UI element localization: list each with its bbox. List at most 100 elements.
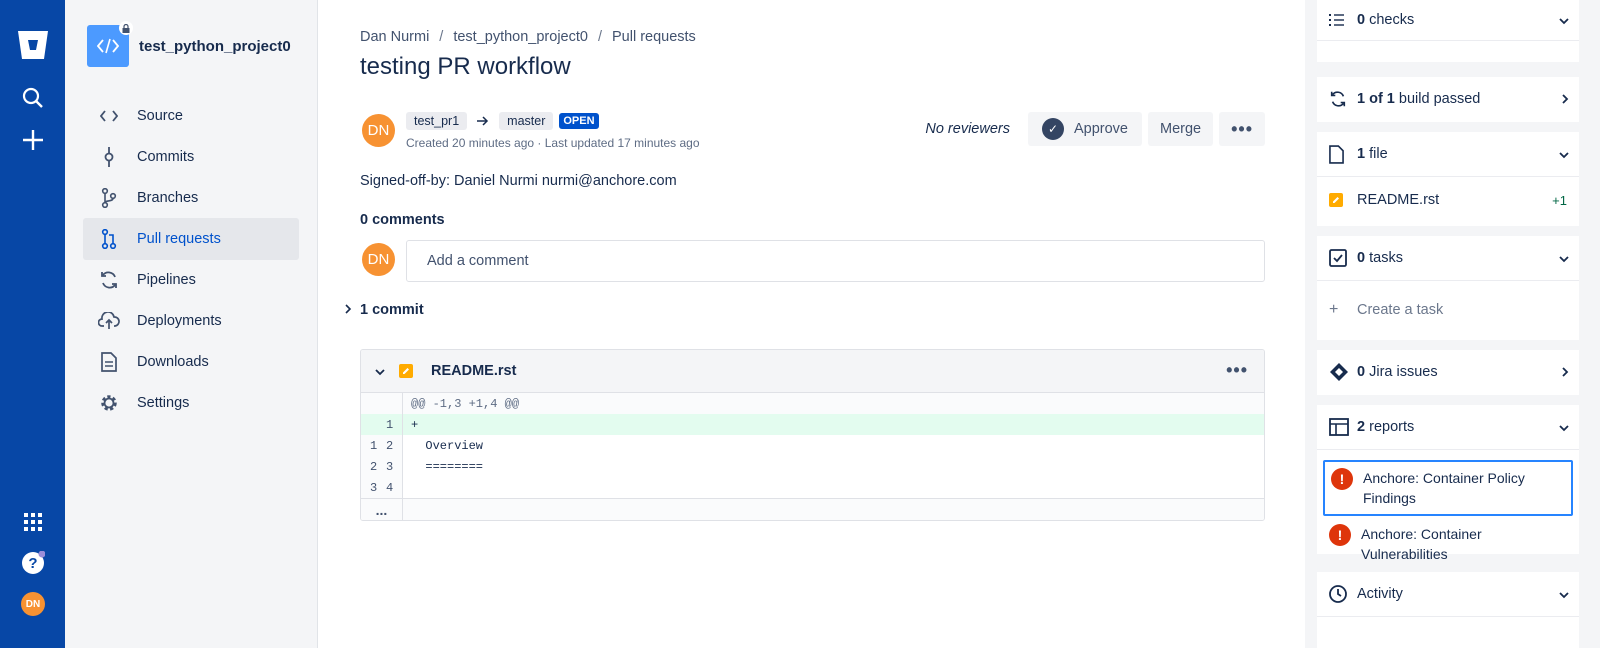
build-count: 1 of 1 <box>1357 91 1395 107</box>
diff-line: 1 + <box>361 414 1264 435</box>
project-sidebar: test_python_project0 Source Commits Bran… <box>65 0 318 648</box>
line-gutter[interactable]: 34 <box>361 477 403 498</box>
jira-row[interactable]: 0 Jira issues <box>1317 350 1579 394</box>
chevron-down-icon <box>1559 420 1569 435</box>
breadcrumb-user[interactable]: Dan Nurmi <box>360 29 429 45</box>
divider <box>1317 616 1579 617</box>
more-actions-button[interactable]: ••• <box>1219 112 1265 146</box>
report-item[interactable]: ! Anchore: Container Policy Findings <box>1323 460 1573 516</box>
chevron-down-icon[interactable] <box>375 363 389 379</box>
lock-icon <box>119 21 133 35</box>
expand-context-row[interactable]: ... <box>361 498 1264 520</box>
profile-avatar[interactable]: DN <box>16 587 50 621</box>
activity-row[interactable]: Activity <box>1317 572 1579 616</box>
sidebar-item-deployments[interactable]: Deployments <box>83 300 299 342</box>
create-plus-icon[interactable] <box>16 123 50 157</box>
source-branch[interactable]: test_pr1 <box>406 112 468 130</box>
global-nav: ? DN <box>0 0 65 648</box>
help-icon[interactable]: ? <box>16 546 50 580</box>
branch-icon <box>97 186 121 210</box>
sidebar-item-label: Pipelines <box>137 272 196 288</box>
sidebar-item-pull-requests[interactable]: Pull requests <box>83 218 299 260</box>
file-modified-icon <box>1329 193 1351 207</box>
search-icon[interactable] <box>16 81 50 115</box>
file-list-item[interactable]: README.rst +1 <box>1317 177 1579 223</box>
check-icon: ✓ <box>1041 118 1064 140</box>
checks-label: checks <box>1369 12 1415 28</box>
tasks-row[interactable]: 0 tasks <box>1317 236 1579 280</box>
build-card[interactable]: 1 of 1 build passed <box>1317 77 1579 122</box>
bitbucket-logo-icon[interactable] <box>16 28 50 62</box>
sidebar-item-commits[interactable]: Commits <box>83 136 299 178</box>
file-diff: README.rst ••• @@ -1,3 +1,4 @@ 1 +1 2 Over… <box>360 349 1265 521</box>
commenter-avatar: DN <box>362 243 395 276</box>
jira-card[interactable]: 0 Jira issues <box>1317 350 1579 395</box>
jira-count: 0 <box>1357 364 1366 380</box>
reports-row[interactable]: 2 reports <box>1317 405 1579 449</box>
line-gutter[interactable]: 23 <box>361 456 403 477</box>
merge-button[interactable]: Merge <box>1147 112 1214 146</box>
reviewers-status: No reviewers <box>925 121 1010 137</box>
merge-label: Merge <box>1159 121 1202 137</box>
breadcrumb-repo[interactable]: test_python_project0 <box>453 29 588 45</box>
sidebar-item-settings[interactable]: Settings <box>83 382 299 424</box>
more-icon[interactable]: ••• <box>1226 360 1248 381</box>
checks-row[interactable]: 0 checks <box>1317 0 1579 40</box>
sidebar-item-label: Downloads <box>137 354 209 370</box>
sidebar-item-downloads[interactable]: Downloads <box>83 341 299 383</box>
line-gutter[interactable]: 12 <box>361 435 403 456</box>
files-card: 1 file README.rst +1 <box>1317 132 1579 226</box>
diff-filename[interactable]: README.rst <box>431 363 516 379</box>
file-icon <box>1329 144 1351 164</box>
project-header[interactable]: test_python_project0 <box>87 21 291 67</box>
report-item[interactable]: ! Anchore: Container Vulnerabilities <box>1323 518 1573 570</box>
breadcrumb-pull-requests[interactable]: Pull requests <box>612 29 696 45</box>
target-branch[interactable]: master <box>499 112 554 130</box>
commits-toggle[interactable]: 1 commit <box>344 302 424 318</box>
pipelines-icon <box>97 268 121 292</box>
old-line-number: 3 <box>370 480 378 495</box>
sidebar-item-label: Commits <box>137 149 195 165</box>
page-title: testing PR workflow <box>360 53 571 80</box>
build-row[interactable]: 1 of 1 build passed <box>1317 77 1579 121</box>
chevron-down-icon <box>1559 147 1569 162</box>
new-line-number: 4 <box>386 480 394 495</box>
arrow-right-icon <box>477 113 489 129</box>
reports-label: reports <box>1369 419 1415 435</box>
task-checkbox-icon <box>1329 249 1351 267</box>
sidebar-item-source[interactable]: Source <box>83 95 299 137</box>
sidebar-item-label: Branches <box>137 190 199 206</box>
status-badge: OPEN <box>559 113 599 129</box>
old-line-number: 1 <box>370 438 378 453</box>
checks-card: 0 checks <box>1317 0 1579 62</box>
chevron-right-icon <box>1561 92 1569 107</box>
app-switcher-icon[interactable] <box>16 505 50 539</box>
commit-icon <box>97 145 121 169</box>
comment-input[interactable]: Add a comment <box>406 240 1265 282</box>
create-task-label: Create a task <box>1357 302 1444 318</box>
pr-actions: No reviewers ✓ Approve Merge ••• <box>925 112 1265 146</box>
files-count: 1 <box>1357 146 1366 162</box>
new-line-number: 3 <box>386 459 394 474</box>
create-task-button[interactable]: + Create a task <box>1317 281 1579 339</box>
pr-description: Signed-off-by: Daniel Nurmi nurmi@anchor… <box>360 173 677 189</box>
commits-label: 1 commit <box>360 302 424 318</box>
breadcrumb: Dan Nurmi / test_python_project0 / Pull … <box>360 29 696 45</box>
sidebar-item-branches[interactable]: Branches <box>83 177 299 219</box>
author-avatar[interactable]: DN <box>362 114 395 147</box>
chevron-right-icon <box>344 302 352 318</box>
chevron-right-icon <box>1561 365 1569 380</box>
more-icon: ••• <box>1231 118 1253 139</box>
code-line: + <box>403 414 1264 435</box>
tasks-label: tasks <box>1369 250 1403 266</box>
sidebar-item-pipelines[interactable]: Pipelines <box>83 259 299 301</box>
code-line: Overview <box>411 438 484 453</box>
files-row[interactable]: 1 file <box>1317 132 1579 176</box>
chevron-down-icon <box>1559 13 1569 28</box>
error-icon: ! <box>1329 524 1351 546</box>
expand-icon: ... <box>375 501 388 518</box>
approve-button[interactable]: ✓ Approve <box>1027 112 1142 146</box>
line-gutter[interactable]: 1 <box>361 414 403 435</box>
new-line-number: 2 <box>386 438 394 453</box>
pr-meta: DN test_pr1 master OPEN Created 20 minut… <box>360 112 1265 152</box>
